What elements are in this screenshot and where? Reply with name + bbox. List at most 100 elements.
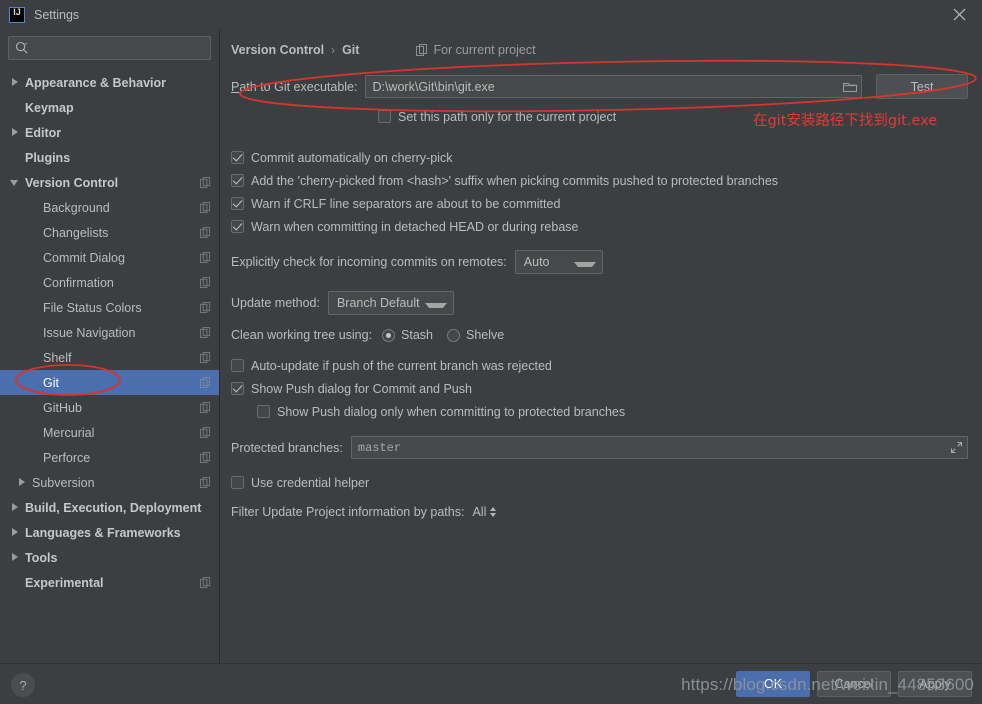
test-button[interactable]: Test (876, 74, 968, 99)
sidebar-item-tools[interactable]: Tools (0, 545, 219, 570)
breadcrumb-parent[interactable]: Version Control (231, 43, 324, 57)
copy-settings-icon[interactable] (200, 277, 211, 288)
copy-settings-icon[interactable] (200, 227, 211, 238)
incoming-commits-value: Auto (523, 255, 550, 269)
sidebar-item-github[interactable]: GitHub (0, 395, 219, 420)
copy-settings-icon[interactable] (200, 177, 211, 188)
checkbox[interactable] (257, 405, 270, 418)
update-method-dropdown[interactable]: Branch Default (327, 291, 454, 315)
sidebar-item-label: GitHub (43, 400, 82, 415)
checkbox[interactable] (231, 359, 244, 372)
sidebar-item-plugins[interactable]: Plugins (0, 145, 219, 170)
radio-shelve-label: Shelve (466, 328, 505, 342)
sidebar-item-issue-navigation[interactable]: Issue Navigation (0, 320, 219, 345)
sidebar-item-label: Version Control (25, 175, 119, 190)
checkbox-row: Show Push dialog for Commit and Push (231, 377, 968, 400)
chevron-right-icon[interactable] (10, 502, 21, 513)
breadcrumb-current: Git (342, 43, 360, 57)
sidebar-item-keymap[interactable]: Keymap (0, 95, 219, 120)
chevron-right-icon[interactable] (17, 477, 28, 488)
settings-dialog: Settings Appearance & Behavior Keymap Edit… (0, 0, 982, 704)
sidebar-item-changelists[interactable]: Changelists (0, 220, 219, 245)
copy-settings-icon[interactable] (200, 352, 211, 363)
sidebar-item-languages-frameworks[interactable]: Languages & Frameworks (0, 520, 219, 545)
sidebar-item-experimental[interactable]: Experimental (0, 570, 219, 595)
checkbox[interactable] (231, 220, 244, 233)
set-path-only-checkbox[interactable] (378, 110, 391, 123)
radio-stash[interactable] (382, 328, 396, 342)
sidebar-item-git[interactable]: Git (0, 370, 219, 395)
search-box[interactable] (8, 36, 211, 60)
protected-branches-input[interactable] (357, 440, 950, 455)
chevron-right-icon[interactable] (10, 552, 21, 563)
sidebar-item-commit-dialog[interactable]: Commit Dialog (0, 245, 219, 270)
sidebar-item-label: Plugins (25, 150, 71, 165)
sidebar-item-confirmation[interactable]: Confirmation (0, 270, 219, 295)
copy-settings-icon[interactable] (200, 452, 211, 463)
protected-branches-field[interactable] (350, 436, 968, 459)
copy-settings-icon[interactable] (200, 377, 211, 388)
checkbox[interactable] (231, 382, 244, 395)
sidebar-item-mercurial[interactable]: Mercurial (0, 420, 219, 445)
checkbox[interactable] (231, 197, 244, 210)
radio-shelve[interactable] (447, 328, 461, 342)
settings-sidebar: Appearance & Behavior Keymap Editor Plugins… (0, 29, 220, 663)
copy-settings-icon[interactable] (200, 427, 211, 438)
expand-icon[interactable] (950, 441, 963, 454)
incoming-commits-dropdown[interactable]: Auto (514, 250, 603, 274)
copy-settings-icon[interactable] (200, 327, 211, 338)
credential-helper-checkbox[interactable] (231, 476, 244, 489)
sidebar-item-build-execution-deployment[interactable]: Build, Execution, Deployment (0, 495, 219, 520)
credential-helper-row: Use credential helper (231, 471, 968, 494)
chevron-right-icon[interactable] (10, 127, 21, 138)
sidebar-item-label: Perforce (43, 450, 91, 465)
checkbox[interactable] (231, 174, 244, 187)
git-path-field[interactable] (365, 75, 863, 98)
filter-paths-value-control[interactable]: All (472, 505, 497, 519)
search-input[interactable] (29, 37, 210, 59)
checkbox-label: Show Push dialog only when committing to… (277, 404, 626, 419)
checkbox-row: Add the 'cherry-picked from <hash>' suff… (231, 169, 968, 192)
sidebar-item-background[interactable]: Background (0, 195, 219, 220)
copy-settings-icon[interactable] (200, 402, 211, 413)
sidebar-item-appearance-behavior[interactable]: Appearance & Behavior (0, 70, 219, 95)
chevron-down-icon[interactable] (10, 177, 21, 188)
sidebar-item-label: Background (43, 200, 110, 215)
dialog-buttons: OK Cancel Apply (736, 671, 972, 697)
git-path-input[interactable] (372, 79, 840, 94)
cancel-button[interactable]: Cancel (817, 671, 891, 697)
chevron-right-icon[interactable] (10, 527, 21, 538)
sidebar-item-shelf[interactable]: Shelf (0, 345, 219, 370)
git-path-row: Path to Git executable: Test (231, 74, 968, 99)
title-bar: Settings (0, 0, 982, 29)
for-current-project-label: For current project (416, 43, 536, 57)
sidebar-item-label: Commit Dialog (43, 250, 125, 265)
ok-button[interactable]: OK (736, 671, 810, 697)
folder-icon[interactable] (843, 80, 858, 93)
sidebar-item-editor[interactable]: Editor (0, 120, 219, 145)
checkbox-row: Show Push dialog only when committing to… (257, 400, 968, 423)
sidebar-item-version-control[interactable]: Version Control (0, 170, 219, 195)
sidebar-item-subversion[interactable]: Subversion (0, 470, 219, 495)
sidebar-item-file-status-colors[interactable]: File Status Colors (0, 295, 219, 320)
copy-settings-icon[interactable] (200, 477, 211, 488)
update-method-label: Update method: (231, 296, 320, 310)
protected-branches-row: Protected branches: (231, 436, 968, 459)
apply-button[interactable]: Apply (898, 671, 972, 697)
checkbox-row: Auto-update if push of the current branc… (231, 354, 968, 377)
sidebar-item-perforce[interactable]: Perforce (0, 445, 219, 470)
filter-paths-row: Filter Update Project information by pat… (231, 505, 968, 519)
checkbox[interactable] (231, 151, 244, 164)
checkbox-label: Auto-update if push of the current branc… (251, 358, 552, 373)
chevron-right-icon[interactable] (10, 77, 21, 88)
sidebar-item-label: Git (43, 375, 59, 390)
question-mark-icon[interactable]: ? (11, 673, 35, 697)
close-icon[interactable] (936, 0, 982, 29)
copy-settings-icon[interactable] (200, 252, 211, 263)
copy-settings-icon[interactable] (200, 577, 211, 588)
copy-settings-icon[interactable] (200, 302, 211, 313)
copy-settings-icon[interactable] (200, 202, 211, 213)
